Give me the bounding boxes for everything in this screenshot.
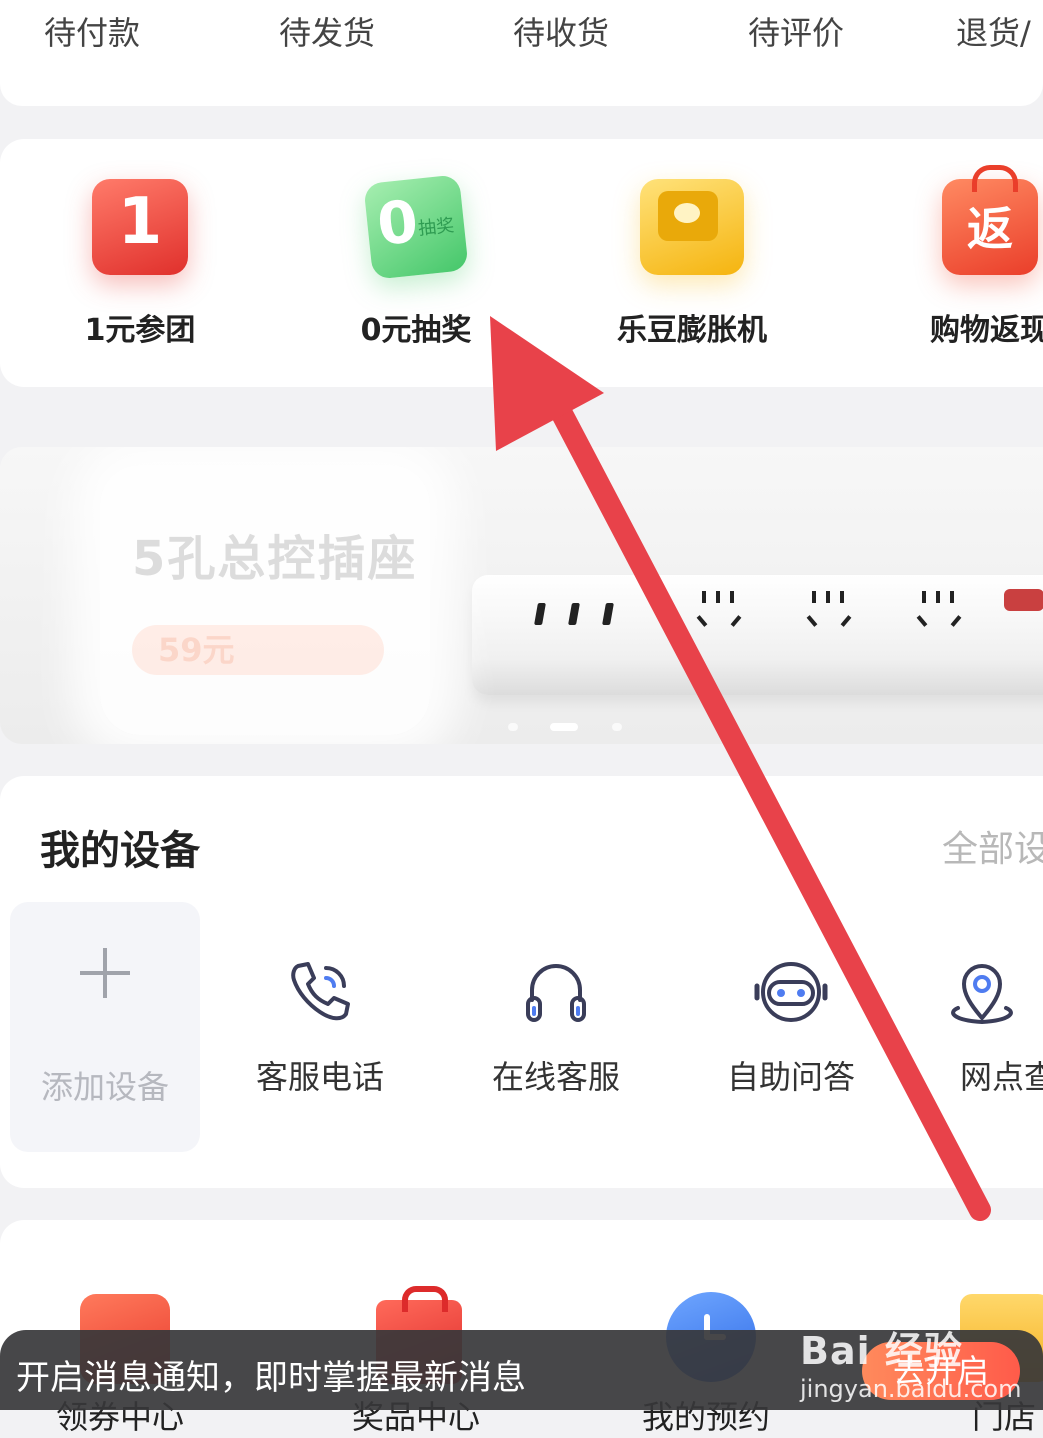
- watermark-url: jingyan.baidu.com: [800, 1375, 1022, 1403]
- my-devices-section: 我的设备 全部设 添加设备 客服电话 在线客服 自助问答 网点查: [0, 776, 1043, 1188]
- tab-pending-receipt[interactable]: 待收货: [513, 8, 609, 54]
- order-status-bar: 待付款 待发货 待收货 待评价 退货/: [0, 0, 1043, 106]
- promo-shopping-cashback[interactable]: 返 购物返现: [890, 165, 1043, 349]
- add-device-button[interactable]: 添加设备: [10, 902, 200, 1152]
- plus-icon: [80, 948, 130, 998]
- location-pin-icon: [951, 964, 1013, 1025]
- carousel-dot: [612, 723, 622, 731]
- ledou-machine-icon: [640, 179, 744, 275]
- baidu-watermark: Bai 经验 jingyan.baidu.com: [800, 1320, 1021, 1403]
- banner-text-panel: [100, 465, 430, 735]
- banner-price-tag: 59元: [132, 625, 384, 675]
- section-title: 我的设备: [40, 828, 200, 874]
- phone-icon: [291, 962, 350, 1021]
- service-phone[interactable]: 客服电话: [235, 956, 405, 1098]
- tab-returns[interactable]: 退货/: [956, 8, 1031, 54]
- tab-pending-review[interactable]: 待评价: [748, 8, 844, 54]
- one-yuan-group-icon: 1: [92, 179, 188, 275]
- watermark-brand: Bai 经验: [800, 1329, 963, 1373]
- banner-title: 5孔总控插座: [132, 531, 418, 587]
- promo-zero-yuan-lottery[interactable]: 0 抽奖 0元抽奖: [316, 174, 516, 349]
- promo-one-yuan-group[interactable]: 1 1元参团: [40, 179, 240, 349]
- service-label: 在线客服: [491, 1058, 620, 1096]
- tab-pending-shipment[interactable]: 待发货: [279, 8, 375, 54]
- promo-ledou-machine[interactable]: 乐豆膨胀机: [592, 179, 792, 349]
- service-label: 客服电话: [255, 1058, 384, 1096]
- service-online-support[interactable]: 在线客服: [471, 956, 641, 1098]
- service-self-qa[interactable]: 自助问答: [706, 956, 876, 1098]
- tab-pending-payment[interactable]: 待付款: [44, 8, 140, 54]
- promo-label: 1元参团: [84, 313, 196, 348]
- add-device-label: 添加设备: [40, 1068, 169, 1106]
- power-strip-image: [472, 575, 1043, 695]
- all-devices-link[interactable]: 全部设: [942, 820, 1043, 872]
- promo-banner[interactable]: 5孔总控插座 59元: [0, 447, 1043, 744]
- carousel-dot-active: [550, 723, 578, 731]
- zero-yuan-lottery-icon: 0 抽奖: [363, 174, 469, 280]
- robot-icon: [754, 962, 828, 1022]
- promo-label: 乐豆膨胀机: [617, 313, 767, 348]
- promo-section: 1 1元参团 0 抽奖 0元抽奖 乐豆膨胀机 返 购物返现: [0, 139, 1043, 387]
- service-label: 网点查: [960, 1058, 1043, 1096]
- service-label: 自助问答: [726, 1058, 855, 1096]
- headset-icon: [526, 964, 586, 1022]
- carousel-dot: [508, 723, 518, 731]
- service-outlet-search[interactable]: 网点查: [942, 956, 1043, 1098]
- shopping-cashback-icon: 返: [942, 165, 1038, 275]
- promo-label: 0元抽奖: [360, 313, 472, 348]
- promo-label: 购物返现: [930, 313, 1043, 348]
- notification-text: 开启消息通知，即时掌握最新消息: [16, 1358, 526, 1398]
